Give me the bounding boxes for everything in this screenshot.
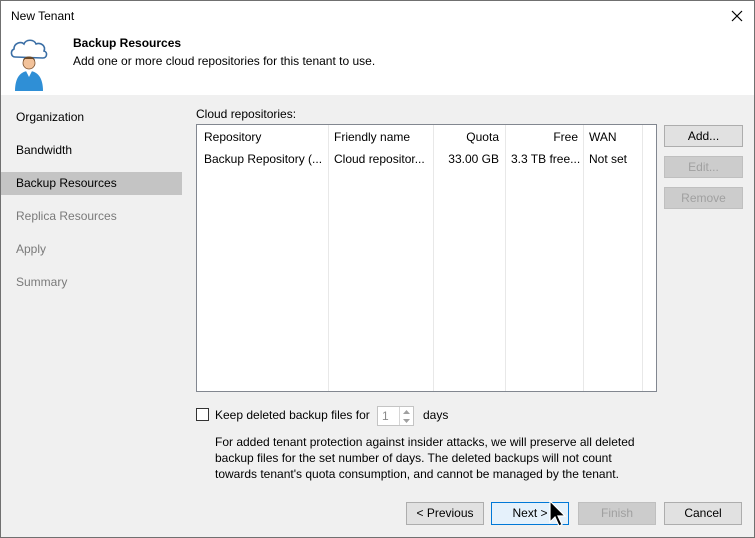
wizard-body: Organization Bandwidth Backup Resources … bbox=[1, 95, 754, 490]
page-title: Backup Resources bbox=[73, 36, 182, 50]
cell-repository: Backup Repository (... bbox=[204, 152, 323, 166]
column-header-quota[interactable]: Quota bbox=[433, 130, 499, 144]
wizard-footer: < Previous Next > Finish Cancel bbox=[1, 490, 754, 537]
step-backup-resources[interactable]: Backup Resources bbox=[1, 172, 182, 195]
repositories-table[interactable]: Repository Friendly name Quota Free WAN … bbox=[196, 124, 657, 392]
keep-deleted-row: Keep deleted backup files for 1 days bbox=[196, 406, 596, 426]
wizard-steps: Organization Bandwidth Backup Resources … bbox=[1, 95, 182, 490]
keep-deleted-label: Keep deleted backup files for bbox=[215, 408, 370, 422]
days-value: 1 bbox=[382, 409, 389, 423]
cell-friendly-name: Cloud repositor... bbox=[334, 152, 425, 166]
days-unit-label: days bbox=[423, 408, 449, 422]
step-replica-resources: Replica Resources bbox=[16, 209, 117, 223]
column-header-friendly-name[interactable]: Friendly name bbox=[334, 130, 410, 144]
column-header-free[interactable]: Free bbox=[505, 130, 578, 144]
chevron-up-icon[interactable] bbox=[400, 407, 413, 416]
step-bandwidth[interactable]: Bandwidth bbox=[1, 139, 182, 162]
step-organization[interactable]: Organization bbox=[1, 106, 182, 129]
cancel-button[interactable]: Cancel bbox=[664, 502, 742, 525]
add-button[interactable]: Add... bbox=[664, 125, 743, 147]
step-apply: Apply bbox=[16, 242, 47, 256]
title-bar: New Tenant bbox=[1, 1, 754, 31]
window-title: New Tenant bbox=[11, 9, 75, 23]
column-header-repository[interactable]: Repository bbox=[204, 130, 261, 144]
step-summary: Summary bbox=[16, 275, 68, 289]
content-panel: Cloud repositories: Repository Friendly … bbox=[182, 95, 754, 490]
finish-button: Finish bbox=[578, 502, 656, 525]
cell-wan: Not set bbox=[589, 152, 628, 166]
days-stepper[interactable]: 1 bbox=[377, 406, 414, 426]
previous-button[interactable]: < Previous bbox=[406, 502, 484, 525]
keep-deleted-checkbox[interactable] bbox=[196, 408, 209, 421]
wizard-header: Backup Resources Add one or more cloud r… bbox=[1, 31, 754, 95]
cell-free: 3.3 TB free... bbox=[511, 152, 581, 166]
page-subtitle: Add one or more cloud repositories for t… bbox=[73, 54, 376, 68]
next-button[interactable]: Next > bbox=[491, 502, 569, 525]
insider-protection-note: For added tenant protection against insi… bbox=[215, 435, 635, 481]
edit-button: Edit... bbox=[664, 156, 743, 178]
new-tenant-dialog: New Tenant Backup Resources Add one or m… bbox=[0, 0, 755, 538]
cloud-repositories-label: Cloud repositories: bbox=[196, 107, 297, 121]
remove-button: Remove bbox=[664, 187, 743, 209]
cell-quota: 33.00 GB bbox=[448, 152, 499, 166]
chevron-down-icon[interactable] bbox=[400, 416, 413, 425]
column-header-wan[interactable]: WAN bbox=[589, 130, 617, 144]
close-icon[interactable] bbox=[724, 3, 750, 29]
cloud-user-icon bbox=[9, 37, 49, 93]
